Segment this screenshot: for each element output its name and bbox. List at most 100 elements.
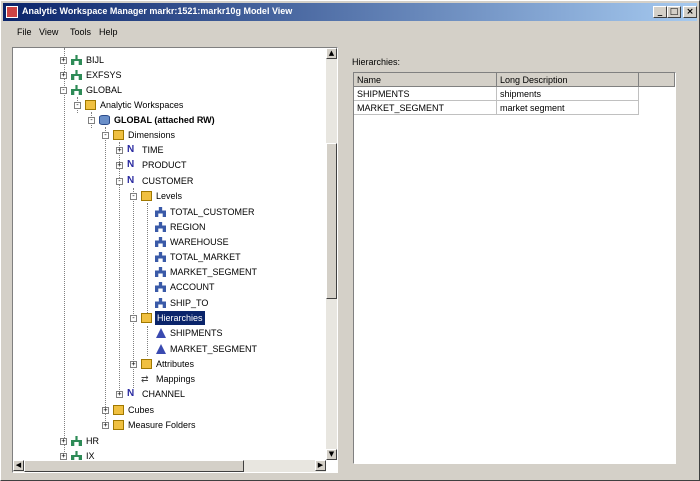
tree-label: MARKET_SEGMENT xyxy=(170,344,258,354)
folder-icon xyxy=(113,130,124,140)
dimension-icon: N xyxy=(127,159,135,170)
window-title: Analytic Workspace Manager markr:1521:ma… xyxy=(22,6,293,16)
attributes-icon xyxy=(141,359,152,369)
tree-label: EXFSYS xyxy=(86,70,122,80)
expand-toggle[interactable]: + xyxy=(116,391,123,398)
level-icon xyxy=(155,298,166,308)
tree-label: SHIPMENTS xyxy=(170,328,223,338)
scroll-down-button[interactable]: ▼ xyxy=(326,449,337,460)
network-icon xyxy=(71,436,82,446)
tree-guide-line xyxy=(133,188,134,388)
collapse-toggle[interactable]: - xyxy=(88,117,95,124)
tree-label: GLOBAL (attached RW) xyxy=(114,115,215,125)
expand-toggle[interactable]: + xyxy=(60,453,67,460)
dimension-icon: N xyxy=(127,144,135,155)
tree-label: TIME xyxy=(142,145,164,155)
database-icon xyxy=(99,115,110,125)
tree-label: CHANNEL xyxy=(142,389,186,399)
tree-guide-line xyxy=(147,203,148,313)
tree-label: Dimensions xyxy=(128,130,176,140)
tree-label: WAREHOUSE xyxy=(170,237,229,247)
tree-label: Levels xyxy=(156,191,183,201)
tree-label: Analytic Workspaces xyxy=(100,100,184,110)
close-button[interactable]: × xyxy=(683,6,697,18)
folder-icon xyxy=(141,191,152,201)
tree-horizontal-scrollbar[interactable]: ◀ ▶ xyxy=(13,460,326,472)
scroll-thumb[interactable] xyxy=(326,143,337,299)
collapse-toggle[interactable]: - xyxy=(74,102,81,109)
tree-label: Attributes xyxy=(156,359,195,369)
expand-toggle[interactable]: + xyxy=(60,438,67,445)
menu-help[interactable]: Help xyxy=(99,27,118,37)
tree-label: Mappings xyxy=(156,374,196,384)
folder-icon xyxy=(141,313,152,323)
scroll-left-button[interactable]: ◀ xyxy=(13,460,24,471)
level-icon xyxy=(155,222,166,232)
column-header-filler xyxy=(639,73,675,87)
table-cell-description[interactable]: market segment xyxy=(497,101,639,115)
tree-label: TOTAL_CUSTOMER xyxy=(170,207,255,217)
tree-label: GLOBAL xyxy=(86,85,123,95)
folder-icon xyxy=(113,405,124,415)
tree-label: ACCOUNT xyxy=(170,282,215,292)
scroll-right-button[interactable]: ▶ xyxy=(315,460,326,471)
network-icon xyxy=(71,70,82,80)
tree-label-selected: Hierarchies xyxy=(155,311,205,325)
tree-guide-line xyxy=(64,48,65,460)
level-icon xyxy=(155,207,166,217)
hierarchies-heading: Hierarchies: xyxy=(352,57,401,67)
network-icon xyxy=(71,55,82,65)
expand-toggle[interactable]: + xyxy=(102,407,109,414)
folder-icon xyxy=(85,100,96,110)
collapse-toggle[interactable]: - xyxy=(60,87,67,94)
expand-toggle[interactable]: + xyxy=(102,422,109,429)
expand-toggle[interactable]: + xyxy=(116,162,123,169)
menu-bar: File View Tools Help xyxy=(3,22,697,42)
pane-splitter[interactable] xyxy=(339,47,344,473)
expand-toggle[interactable]: + xyxy=(60,57,67,64)
menu-view[interactable]: View xyxy=(39,27,58,37)
expand-toggle[interactable]: + xyxy=(130,361,137,368)
level-icon xyxy=(155,237,166,247)
collapse-toggle[interactable]: - xyxy=(116,178,123,185)
scroll-thumb[interactable] xyxy=(24,460,244,472)
title-bar[interactable]: Analytic Workspace Manager markr:1521:ma… xyxy=(3,3,697,21)
scroll-up-button[interactable]: ▲ xyxy=(326,48,337,59)
maximize-button[interactable]: □ xyxy=(667,6,681,18)
menu-tools[interactable]: Tools xyxy=(70,27,91,37)
column-header-name[interactable]: Name xyxy=(354,73,497,87)
expand-toggle[interactable]: + xyxy=(116,147,123,154)
tree-label: SHIP_TO xyxy=(170,298,209,308)
collapse-toggle[interactable]: - xyxy=(130,193,137,200)
tree-vertical-scrollbar[interactable]: ▲ ▼ xyxy=(326,48,337,460)
hierarchy-icon xyxy=(156,344,166,354)
network-icon xyxy=(71,85,82,95)
minimize-button[interactable]: _ xyxy=(653,6,667,18)
tree-label: MARKET_SEGMENT xyxy=(170,267,258,277)
tree-label: Measure Folders xyxy=(128,420,196,430)
tree-guide-line xyxy=(105,127,106,427)
menu-file[interactable]: File xyxy=(17,27,32,37)
level-icon xyxy=(155,282,166,292)
collapse-toggle[interactable]: - xyxy=(130,315,137,322)
column-header-long-description[interactable]: Long Description xyxy=(497,73,639,87)
tree-guide-line xyxy=(147,326,148,356)
hierarchies-table[interactable]: Name Long Description SHIPMENTS shipment… xyxy=(353,72,676,464)
dimension-icon: N xyxy=(127,388,135,399)
table-cell-description[interactable]: shipments xyxy=(497,87,639,101)
navigator-tree[interactable]: + BIJL + EXFSYS - GLOBAL - Analytic Work… xyxy=(12,47,338,473)
tree-label: BIJL xyxy=(86,55,105,65)
table-cell-name[interactable]: SHIPMENTS xyxy=(354,87,497,101)
table-cell-name[interactable]: MARKET_SEGMENT xyxy=(354,101,497,115)
dimension-icon: N xyxy=(127,175,135,186)
tree-label: PRODUCT xyxy=(142,160,187,170)
tree-label: TOTAL_MARKET xyxy=(170,252,241,262)
level-icon xyxy=(155,267,166,277)
tree-label: CUSTOMER xyxy=(142,176,194,186)
tree-label: Cubes xyxy=(128,405,155,415)
tree-label: REGION xyxy=(170,222,206,232)
expand-toggle[interactable]: + xyxy=(60,72,67,79)
tree-label: HR xyxy=(86,436,99,446)
app-icon xyxy=(6,6,18,18)
collapse-toggle[interactable]: - xyxy=(102,132,109,139)
